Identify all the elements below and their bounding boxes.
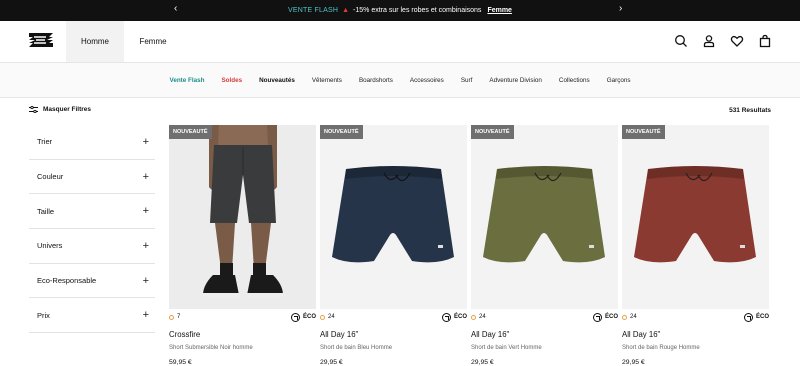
- filter-bar: Masquer Filtres 531 Resultats: [0, 98, 800, 128]
- filter-label: Prix: [37, 310, 50, 320]
- plus-icon: +: [142, 205, 149, 218]
- plus-icon: +: [142, 239, 149, 252]
- filter-label: Taille: [37, 206, 55, 216]
- nav-surf[interactable]: Surf: [452, 77, 481, 84]
- product-description: Short de bain Vert Homme: [471, 345, 542, 351]
- hide-filters-label: Masquer Filtres: [43, 106, 92, 113]
- color-count: 7: [177, 314, 181, 320]
- nav-vetements[interactable]: Vêtements: [303, 77, 350, 84]
- product-image[interactable]: NOUVEAUTÉ: [320, 125, 467, 309]
- new-badge: NOUVEAUTÉ: [471, 125, 514, 139]
- product-price: 29,95 €: [320, 359, 343, 366]
- filter-label: Eco-Responsable: [37, 276, 97, 286]
- product-name[interactable]: Crossfire: [169, 330, 316, 339]
- promo-link[interactable]: Femme: [487, 7, 512, 14]
- filter-trier[interactable]: Trier +: [29, 125, 155, 160]
- heart-icon[interactable]: [730, 34, 744, 48]
- plus-icon: +: [142, 170, 149, 183]
- eco-label: ÉCO: [755, 314, 769, 320]
- eco-icon: [743, 312, 753, 322]
- product-card[interactable]: NOUVEAUTÉ 7 ÉCO Crossfire Short Submersi…: [169, 125, 316, 366]
- product-description: Short Submersible Noir homme: [169, 345, 253, 351]
- product-card[interactable]: NOUVEAUTÉ 24 ÉCO All Day 16" Short de ba…: [320, 125, 467, 366]
- filter-univers[interactable]: Univers +: [29, 229, 155, 264]
- plus-icon: +: [142, 274, 149, 287]
- product-image[interactable]: NOUVEAUTÉ: [622, 125, 769, 309]
- product-card[interactable]: NOUVEAUTÉ 24 ÉCO All Day 16" Short de ba…: [622, 125, 769, 366]
- product-image[interactable]: NOUVEAUTÉ: [471, 125, 618, 309]
- filter-taille[interactable]: Taille +: [29, 194, 155, 230]
- filter-label: Trier: [37, 137, 53, 147]
- eco-icon: [592, 312, 602, 322]
- category-nav: Vente Flash Soldes Nouveautés Vêtements …: [0, 62, 800, 98]
- nav-boardshorts[interactable]: Boardshorts: [350, 77, 401, 84]
- shorts-photo: [634, 166, 756, 263]
- bolt-icon: ▲: [342, 7, 350, 14]
- bag-icon[interactable]: [758, 34, 772, 48]
- nav-collections[interactable]: Collections: [550, 77, 598, 84]
- color-count: 24: [328, 314, 335, 320]
- filter-sidebar: Trier + Couleur + Taille + Univers + Eco-Res…: [29, 125, 155, 334]
- search-icon[interactable]: [674, 34, 688, 48]
- promo-bar: ‹ VENTE FLASH ▲ -15% extra sur les robes…: [0, 0, 800, 21]
- new-badge: NOUVEAUTÉ: [320, 125, 363, 139]
- nav-garcons[interactable]: Garçons: [598, 77, 639, 84]
- brand-logo[interactable]: [28, 31, 54, 49]
- nav-accessoires[interactable]: Accessoires: [401, 77, 452, 84]
- shorts-photo: [483, 166, 605, 263]
- product-description: Short de bain Rouge Homme: [622, 345, 700, 351]
- plus-icon: +: [142, 309, 149, 322]
- site-header: Homme Femme: [0, 21, 800, 62]
- filter-couleur[interactable]: Couleur +: [29, 160, 155, 195]
- product-name[interactable]: All Day 16": [471, 330, 618, 339]
- nav-nouveautes[interactable]: Nouveautés: [251, 77, 304, 84]
- eco-icon: [290, 312, 300, 322]
- shorts-photo: [332, 166, 454, 263]
- product-card[interactable]: NOUVEAUTÉ 24 ÉCO All Day 16" Short de ba…: [471, 125, 618, 366]
- product-name[interactable]: All Day 16": [622, 330, 769, 339]
- account-icon[interactable]: [702, 34, 716, 48]
- results-count: 531 Resultats: [729, 107, 771, 114]
- product-price: 29,95 €: [622, 359, 645, 366]
- nav-adventure-division[interactable]: Adventure Division: [481, 77, 551, 84]
- product-price: 29,95 €: [471, 359, 494, 366]
- filter-label: Univers: [37, 241, 63, 251]
- promo-text: -15% extra sur les robes et combinaisons: [353, 7, 482, 14]
- product-price: 59,95 €: [169, 359, 192, 366]
- hide-filters-button[interactable]: Masquer Filtres: [29, 106, 91, 113]
- tab-femme[interactable]: Femme: [124, 21, 182, 62]
- chevron-left-icon[interactable]: ‹: [174, 3, 177, 14]
- product-name[interactable]: All Day 16": [320, 330, 467, 339]
- product-image[interactable]: NOUVEAUTÉ: [169, 125, 316, 309]
- nav-vente-flash[interactable]: Vente Flash: [161, 77, 213, 84]
- chevron-right-icon[interactable]: ›: [619, 3, 622, 14]
- plus-icon: +: [142, 135, 149, 148]
- color-dot-icon: [169, 314, 174, 320]
- color-count: 24: [479, 314, 486, 320]
- filter-prix[interactable]: Prix +: [29, 298, 155, 334]
- new-badge: NOUVEAUTÉ: [169, 125, 212, 139]
- color-dot-icon: [471, 314, 476, 320]
- filter-eco-responsable[interactable]: Eco-Responsable +: [29, 264, 155, 299]
- eco-label: ÉCO: [453, 314, 467, 320]
- nav-soldes[interactable]: Soldes: [213, 77, 251, 84]
- new-badge: NOUVEAUTÉ: [622, 125, 665, 139]
- tab-homme[interactable]: Homme: [66, 21, 124, 62]
- model-photo: [203, 125, 283, 297]
- filter-sliders-icon: [29, 106, 38, 113]
- product-description: Short de bain Bleu Homme: [320, 345, 393, 351]
- eco-label: ÉCO: [302, 314, 316, 320]
- color-count: 24: [630, 314, 637, 320]
- color-dot-icon: [320, 314, 325, 320]
- color-dot-icon: [622, 314, 627, 320]
- eco-label: ÉCO: [604, 314, 618, 320]
- eco-icon: [441, 312, 451, 322]
- promo-flash-label: VENTE FLASH: [288, 7, 339, 14]
- filter-label: Couleur: [37, 172, 64, 182]
